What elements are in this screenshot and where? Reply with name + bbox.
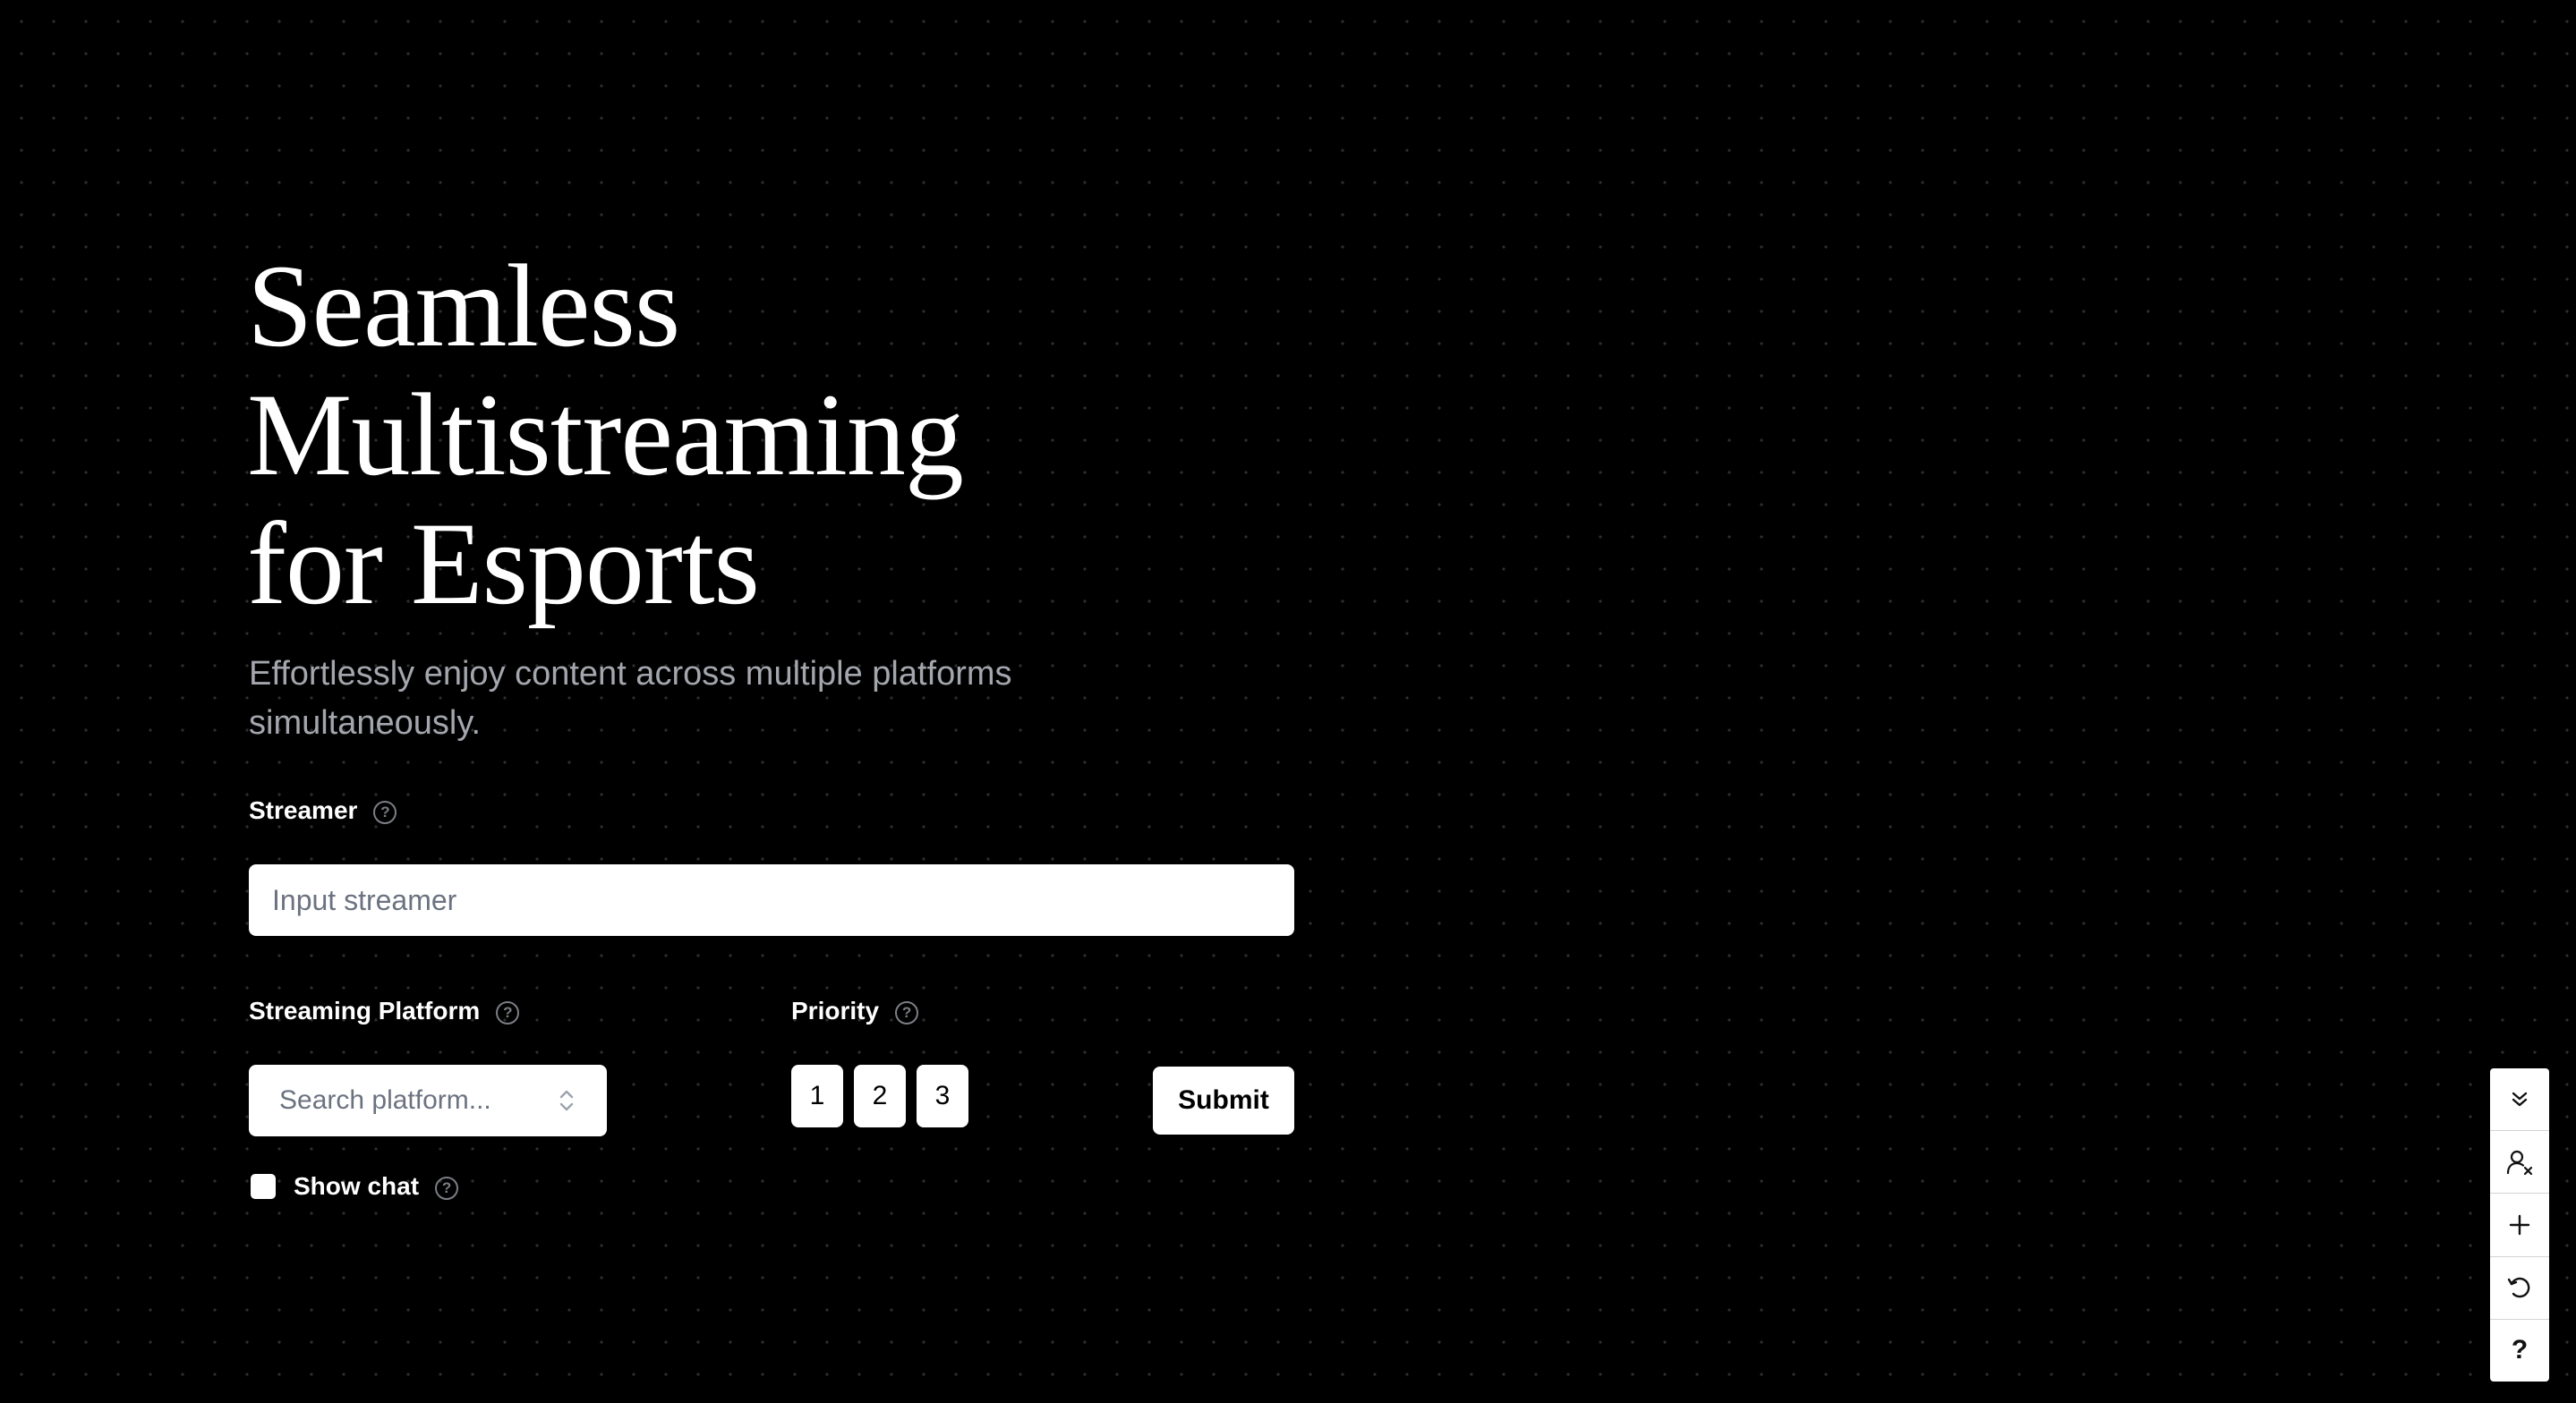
reset-icon xyxy=(2507,1278,2530,1298)
reset-button[interactable] xyxy=(2490,1257,2549,1320)
priority-help-icon[interactable]: ? xyxy=(895,1001,919,1025)
priority-option-3[interactable]: 3 xyxy=(917,1065,968,1127)
hero-title-line-3: for Esports xyxy=(247,497,760,629)
double-chevron-down-icon xyxy=(2512,1092,2528,1106)
streamer-help-icon[interactable]: ? xyxy=(373,801,397,824)
priority-options: 1 2 3 xyxy=(791,1065,968,1127)
chevron-up-down-icon xyxy=(559,1087,575,1114)
hero-subtitle: Effortlessly enjoy content across multip… xyxy=(249,655,1012,742)
add-button[interactable] xyxy=(2490,1194,2549,1257)
platform-label: Streaming Platform xyxy=(249,997,481,1025)
question-mark-icon: ? xyxy=(2511,1335,2529,1365)
show-chat-checkbox[interactable] xyxy=(251,1174,276,1199)
show-chat-help-icon[interactable]: ? xyxy=(435,1177,459,1200)
hero-title-line-2: Multistreaming xyxy=(247,369,964,500)
platform-label-group: Streaming Platform ? xyxy=(249,997,520,1025)
submit-button[interactable]: Submit xyxy=(1153,1067,1294,1135)
show-chat-group: Show chat ? xyxy=(251,1172,459,1201)
show-chat-label[interactable]: Show chat xyxy=(294,1172,419,1201)
platform-select-placeholder: Search platform... xyxy=(279,1085,491,1115)
platform-help-icon[interactable]: ? xyxy=(496,1001,520,1025)
hero-title-line-1: Seamless xyxy=(247,240,680,371)
help-button[interactable]: ? xyxy=(2490,1320,2549,1382)
streamer-input[interactable] xyxy=(249,864,1294,936)
streamer-label: Streamer xyxy=(249,796,358,824)
platform-select[interactable]: Search platform... xyxy=(249,1065,607,1136)
remove-user-icon xyxy=(2506,1150,2533,1175)
priority-label: Priority xyxy=(791,997,880,1025)
streamer-label-group: Streamer ? xyxy=(249,796,397,825)
plus-icon xyxy=(2509,1214,2530,1236)
collapse-button[interactable] xyxy=(2490,1068,2549,1132)
priority-option-1[interactable]: 1 xyxy=(791,1065,843,1127)
priority-label-group: Priority ? xyxy=(791,997,919,1025)
hero-title: Seamless Multistreaming for Esports xyxy=(247,242,1232,628)
floating-toolbar: ? xyxy=(2490,1068,2549,1382)
remove-user-button[interactable] xyxy=(2490,1131,2549,1195)
priority-option-2[interactable]: 2 xyxy=(854,1065,906,1127)
